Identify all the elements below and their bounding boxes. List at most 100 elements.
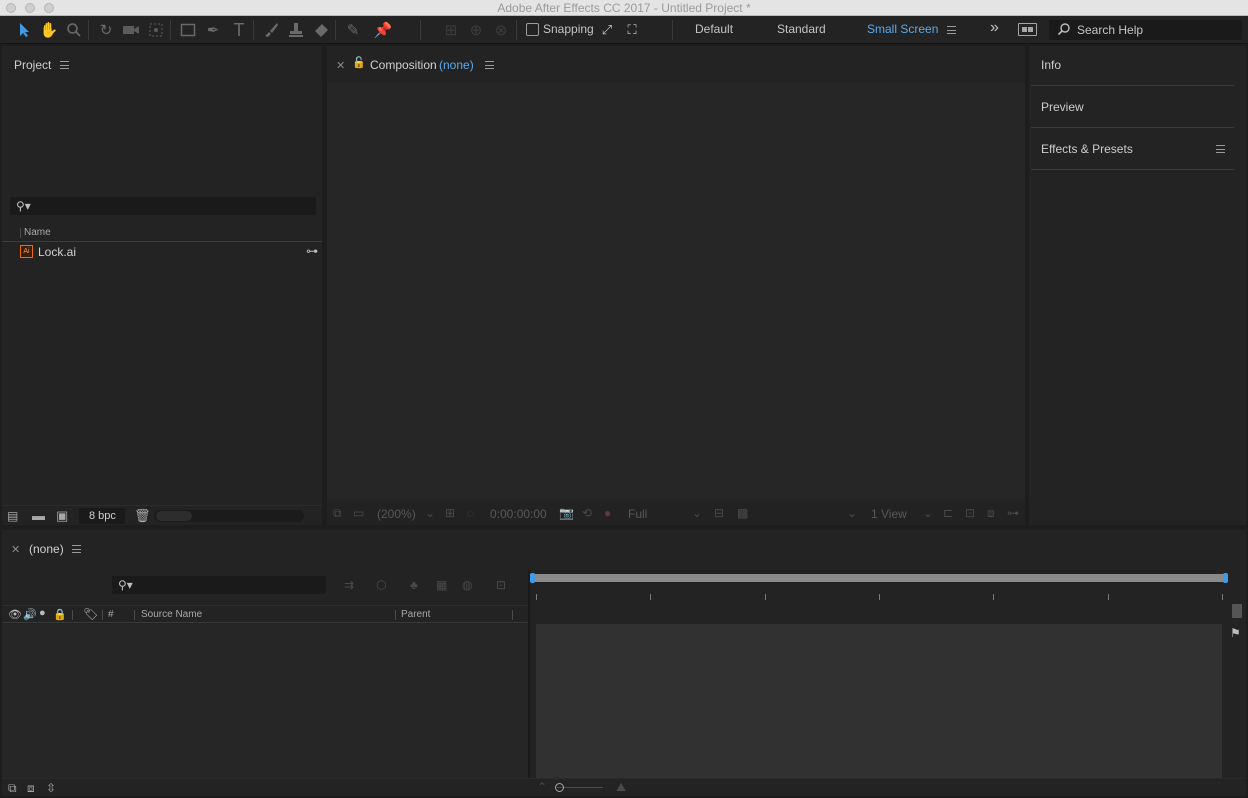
scrollbar-thumb[interactable] xyxy=(156,511,192,521)
mask-visibility-icon[interactable]: ◌ xyxy=(467,506,474,520)
world-axis-icon[interactable]: ⊕ xyxy=(465,19,487,41)
resolution-select[interactable]: Full xyxy=(628,507,647,521)
hand-tool-icon[interactable]: ✋ xyxy=(38,19,60,41)
video-eye-icon[interactable]: 👁 xyxy=(8,608,22,621)
effects-presets-menu-icon[interactable] xyxy=(1216,145,1225,153)
snapshot-camera-icon[interactable]: 📷 xyxy=(559,506,574,520)
work-area-start-handle[interactable] xyxy=(530,573,535,583)
selection-tool-icon[interactable] xyxy=(14,19,36,41)
local-axis-icon[interactable]: ⊞ xyxy=(440,19,462,41)
label-tag-icon[interactable]: 🏷 xyxy=(83,607,98,621)
comp-marker-bin-icon[interactable] xyxy=(1232,604,1242,618)
preview-panel-tab[interactable]: Preview xyxy=(1031,86,1234,128)
motion-blur-icon[interactable]: ◍ xyxy=(462,578,472,592)
grid-guides-icon[interactable]: ⊞ xyxy=(445,506,455,520)
info-panel-tab[interactable]: Info xyxy=(1031,44,1234,86)
timeline-divider[interactable] xyxy=(528,570,530,778)
workspace-standard[interactable]: Standard xyxy=(777,22,826,36)
project-horizontal-scrollbar[interactable] xyxy=(154,510,304,522)
close-icon[interactable]: ✕ xyxy=(11,543,20,556)
timeline-link-icon[interactable]: ⧈ xyxy=(987,506,995,521)
view-axis-icon[interactable]: ⊗ xyxy=(490,19,512,41)
workspace-small-screen[interactable]: Small Screen xyxy=(867,22,938,36)
transparency-grid-icon[interactable]: ▩ xyxy=(737,506,748,520)
workspace-default[interactable]: Default xyxy=(695,22,733,36)
new-composition-icon[interactable]: ▣ xyxy=(56,508,68,524)
snap-edges-icon[interactable]: ⤢ xyxy=(596,19,618,41)
trash-icon[interactable]: 🗑 xyxy=(134,508,151,524)
layer-outline-area[interactable] xyxy=(2,624,528,778)
rotate-tool-icon[interactable]: ↻ xyxy=(95,19,117,41)
composition-name[interactable]: (none) xyxy=(439,58,474,72)
more-workspaces-chevron-icon[interactable]: » xyxy=(990,19,999,37)
view-layout-select[interactable]: 1 View xyxy=(871,507,907,521)
column-source-name-header[interactable]: Source Name xyxy=(141,609,202,620)
effects-presets-panel-tab[interactable]: Effects & Presets xyxy=(1031,128,1234,170)
project-panel-menu-icon[interactable] xyxy=(60,61,69,69)
list-item[interactable]: Ai Lock.ai ⊶ xyxy=(2,242,322,262)
lock-icon[interactable]: 🔓 xyxy=(352,56,366,69)
work-area-bar[interactable] xyxy=(530,573,1228,583)
snap-features-icon[interactable]: ⛶ xyxy=(621,19,643,41)
draft-3d-icon[interactable]: ⬡ xyxy=(376,578,386,592)
shy-layers-icon[interactable]: ♣ xyxy=(410,578,418,592)
zoom-slider-handle[interactable] xyxy=(555,783,564,792)
new-folder-icon[interactable]: ▬ xyxy=(32,508,45,523)
camera-tool-icon[interactable] xyxy=(120,19,142,41)
solo-dot-icon[interactable]: ● xyxy=(39,607,46,619)
zoom-tool-icon[interactable] xyxy=(63,19,85,41)
snapping-checkbox[interactable] xyxy=(526,23,539,36)
timeline-panel-menu-icon[interactable] xyxy=(72,545,81,553)
eraser-icon[interactable] xyxy=(310,19,332,41)
column-number-header[interactable]: # xyxy=(108,609,114,620)
timeline-panel-title[interactable]: (none) xyxy=(29,542,64,556)
close-icon[interactable]: ✕ xyxy=(336,59,345,72)
zoom-in-icon[interactable]: ⛰ xyxy=(616,780,626,795)
transfer-controls-icon[interactable]: ⧈ xyxy=(27,781,35,796)
composition-viewer[interactable] xyxy=(327,82,1025,500)
fast-previews-icon[interactable]: ⊡ xyxy=(965,506,975,520)
column-parent-header[interactable]: Parent xyxy=(401,609,430,620)
comp-mini-flowchart-icon[interactable]: ⇉ xyxy=(344,578,354,592)
rectangle-tool-icon[interactable] xyxy=(177,19,199,41)
project-panel-title[interactable]: Project xyxy=(14,58,51,72)
type-tool-icon[interactable]: T xyxy=(228,19,250,41)
workspace-menu-icon[interactable] xyxy=(947,26,956,34)
always-preview-icon[interactable]: ⧉ xyxy=(333,506,342,521)
region-of-interest-icon[interactable]: ⊟ xyxy=(714,506,724,520)
frame-blending-icon[interactable]: ▦ xyxy=(436,578,447,592)
search-help-field[interactable]: Search Help xyxy=(1049,20,1242,40)
pen-tool-icon[interactable]: ✒ xyxy=(202,19,224,41)
project-search-input[interactable]: ⚲▾ xyxy=(10,197,316,215)
composition-panel-menu-icon[interactable] xyxy=(485,61,494,69)
monitor-icon[interactable]: ▭ xyxy=(353,506,364,520)
bpc-toggle[interactable]: 8 bpc xyxy=(79,508,125,524)
flowchart-icon[interactable]: ⊶ xyxy=(1007,506,1019,520)
flowchart-icon[interactable]: ⊶ xyxy=(306,244,318,258)
comp-button-icon[interactable]: ⚑ xyxy=(1230,626,1241,640)
brush-tool-icon[interactable] xyxy=(260,19,282,41)
timeline-track-area[interactable] xyxy=(536,624,1222,778)
composition-panel-title[interactable]: Composition xyxy=(370,58,437,72)
interpret-footage-icon[interactable]: ▤ xyxy=(7,509,18,523)
work-area-end-handle[interactable] xyxy=(1223,573,1228,583)
audio-speaker-icon[interactable]: 🔊 xyxy=(23,608,37,621)
toggle-pixel-aspect-icon[interactable]: ⊏ xyxy=(943,506,953,520)
lock-icon[interactable]: 🔒 xyxy=(53,608,67,621)
column-name-header[interactable]: Name xyxy=(24,227,51,238)
color-channel-icon[interactable]: ● xyxy=(604,506,611,520)
timeline-search-input[interactable]: ⚲▾ xyxy=(112,576,326,594)
workspace-toggle-icon[interactable] xyxy=(1018,23,1037,36)
time-ruler[interactable] xyxy=(532,588,1226,606)
show-snapshot-icon[interactable]: ⟲ xyxy=(582,506,592,520)
zoom-out-icon[interactable]: ⌃ xyxy=(537,780,547,794)
magnification-select[interactable]: (200%) xyxy=(377,507,416,521)
puppet-pin-icon[interactable]: 📌 xyxy=(372,19,394,41)
roto-brush-icon[interactable]: ✎ xyxy=(342,19,364,41)
layer-switches-icon[interactable]: ⧉ xyxy=(8,781,17,796)
clone-stamp-icon[interactable] xyxy=(285,19,307,41)
graph-editor-icon[interactable]: ⊡ xyxy=(496,578,506,592)
in-out-duration-icon[interactable]: ⇳ xyxy=(46,781,56,795)
current-time[interactable]: 0:00:00:00 xyxy=(490,507,547,521)
pan-behind-icon[interactable] xyxy=(145,19,167,41)
